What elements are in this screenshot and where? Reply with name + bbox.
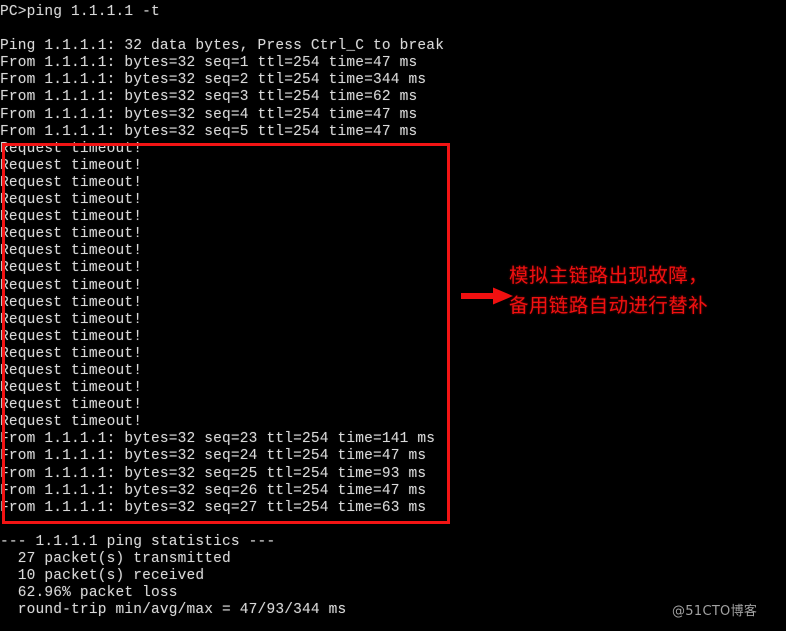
terminal-line: Request timeout! bbox=[0, 311, 143, 328]
terminal-line: Request timeout! bbox=[0, 192, 143, 209]
terminal-line: 62.96% packet loss bbox=[0, 585, 178, 602]
terminal-line: From 1.1.1.1: bytes=32 seq=1 ttl=254 tim… bbox=[0, 55, 418, 72]
terminal-line: Request timeout! bbox=[0, 294, 143, 311]
terminal-line: From 1.1.1.1: bytes=32 seq=4 ttl=254 tim… bbox=[0, 106, 418, 123]
watermark: @51CTO博客 bbox=[672, 604, 758, 619]
terminal-line: Request timeout! bbox=[0, 277, 143, 294]
terminal-line: From 1.1.1.1: bytes=32 seq=25 ttl=254 ti… bbox=[0, 465, 427, 482]
terminal-line: Request timeout! bbox=[0, 243, 143, 260]
terminal-line: From 1.1.1.1: bytes=32 seq=24 ttl=254 ti… bbox=[0, 448, 427, 465]
terminal-line: Request timeout! bbox=[0, 397, 143, 414]
annotation-line-1: 模拟主链路出现故障， bbox=[509, 264, 709, 287]
terminal-line: --- 1.1.1.1 ping statistics --- bbox=[0, 533, 276, 550]
terminal-line: Request timeout! bbox=[0, 226, 143, 243]
terminal-line: Request timeout! bbox=[0, 260, 143, 277]
terminal-line: Request timeout! bbox=[0, 345, 143, 362]
terminal-line: Request timeout! bbox=[0, 209, 143, 226]
terminal-line: Request timeout! bbox=[0, 328, 143, 345]
terminal-line: From 1.1.1.1: bytes=32 seq=26 ttl=254 ti… bbox=[0, 482, 427, 499]
terminal-line: From 1.1.1.1: bytes=32 seq=2 ttl=254 tim… bbox=[0, 72, 427, 89]
terminal-line: Request timeout! bbox=[0, 157, 143, 174]
terminal-line: Request timeout! bbox=[0, 380, 143, 397]
annotation-line-2: 备用链路自动进行替补 bbox=[509, 294, 709, 317]
terminal-line: From 1.1.1.1: bytes=32 seq=5 ttl=254 tim… bbox=[0, 123, 418, 140]
terminal-line: From 1.1.1.1: bytes=32 seq=23 ttl=254 ti… bbox=[0, 431, 436, 448]
terminal-line: Request timeout! bbox=[0, 174, 143, 191]
terminal-line: round-trip min/avg/max = 47/93/344 ms bbox=[0, 602, 347, 619]
terminal-line: Request timeout! bbox=[0, 140, 143, 157]
annotation-text: 模拟主链路出现故障， 备用链路自动进行替补 bbox=[509, 261, 779, 321]
terminal-line: PC>ping 1.1.1.1 -t bbox=[0, 4, 160, 20]
terminal-line: 10 packet(s) received bbox=[0, 568, 205, 585]
terminal-line: 27 packet(s) transmitted bbox=[0, 551, 231, 567]
terminal-line: From 1.1.1.1: bytes=32 seq=27 ttl=254 ti… bbox=[0, 499, 427, 516]
terminal-line: Request timeout! bbox=[0, 414, 143, 431]
terminal-line: Ping 1.1.1.1: 32 data bytes, Press Ctrl_… bbox=[0, 38, 445, 55]
terminal-line: From 1.1.1.1: bytes=32 seq=3 ttl=254 tim… bbox=[0, 89, 418, 106]
right-arrow-icon bbox=[461, 287, 513, 305]
terminal-output[interactable]: PC>ping 1.1.1.1 -t Ping 1.1.1.1: 32 data … bbox=[0, 4, 470, 619]
terminal-line: Request timeout! bbox=[0, 362, 143, 379]
terminal-screenshot: PC>ping 1.1.1.1 -t Ping 1.1.1.1: 32 data … bbox=[0, 0, 786, 631]
